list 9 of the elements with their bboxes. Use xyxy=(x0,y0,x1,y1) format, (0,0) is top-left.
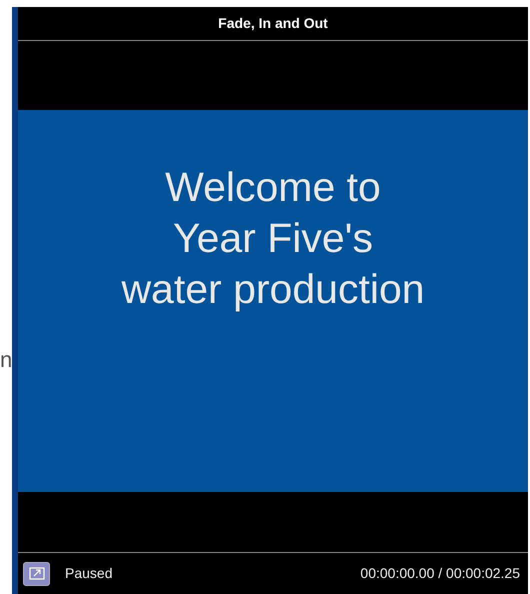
expand-icon xyxy=(28,567,44,580)
time-display: 00:00:00.00 / 00:00:02.25 xyxy=(360,564,520,583)
window-title: Fade, In and Out xyxy=(18,7,528,41)
cut-off-text: n xyxy=(0,349,12,371)
fullscreen-button[interactable] xyxy=(23,562,50,586)
playback-status: Paused xyxy=(65,564,112,583)
slide-text: Welcome to xyxy=(165,163,381,212)
slide-text: water production xyxy=(121,265,425,314)
slide-text: Year Five's xyxy=(172,214,373,263)
